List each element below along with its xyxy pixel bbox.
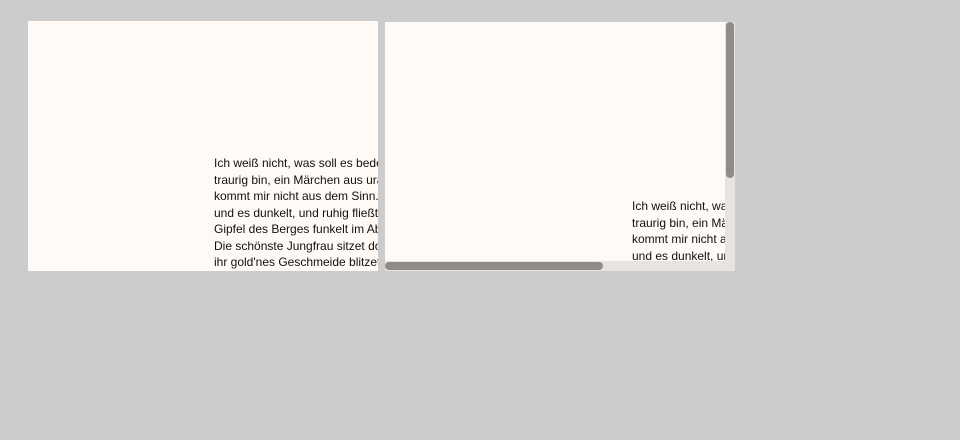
text-pane-right-scrollable[interactable]: Ich weiß nicht, was soll es bedeuten, da… — [385, 22, 735, 271]
horizontal-scrollbar-track[interactable] — [385, 261, 725, 271]
poem-text-left: Ich weiß nicht, was soll es bedeuten, da… — [214, 156, 378, 269]
text-pane-left: Ich weiß nicht, was soll es bedeuten, da… — [28, 21, 378, 271]
vertical-scrollbar-thumb[interactable] — [726, 22, 734, 178]
vertical-scrollbar-track[interactable] — [725, 22, 735, 271]
horizontal-scrollbar-thumb[interactable] — [385, 262, 603, 270]
